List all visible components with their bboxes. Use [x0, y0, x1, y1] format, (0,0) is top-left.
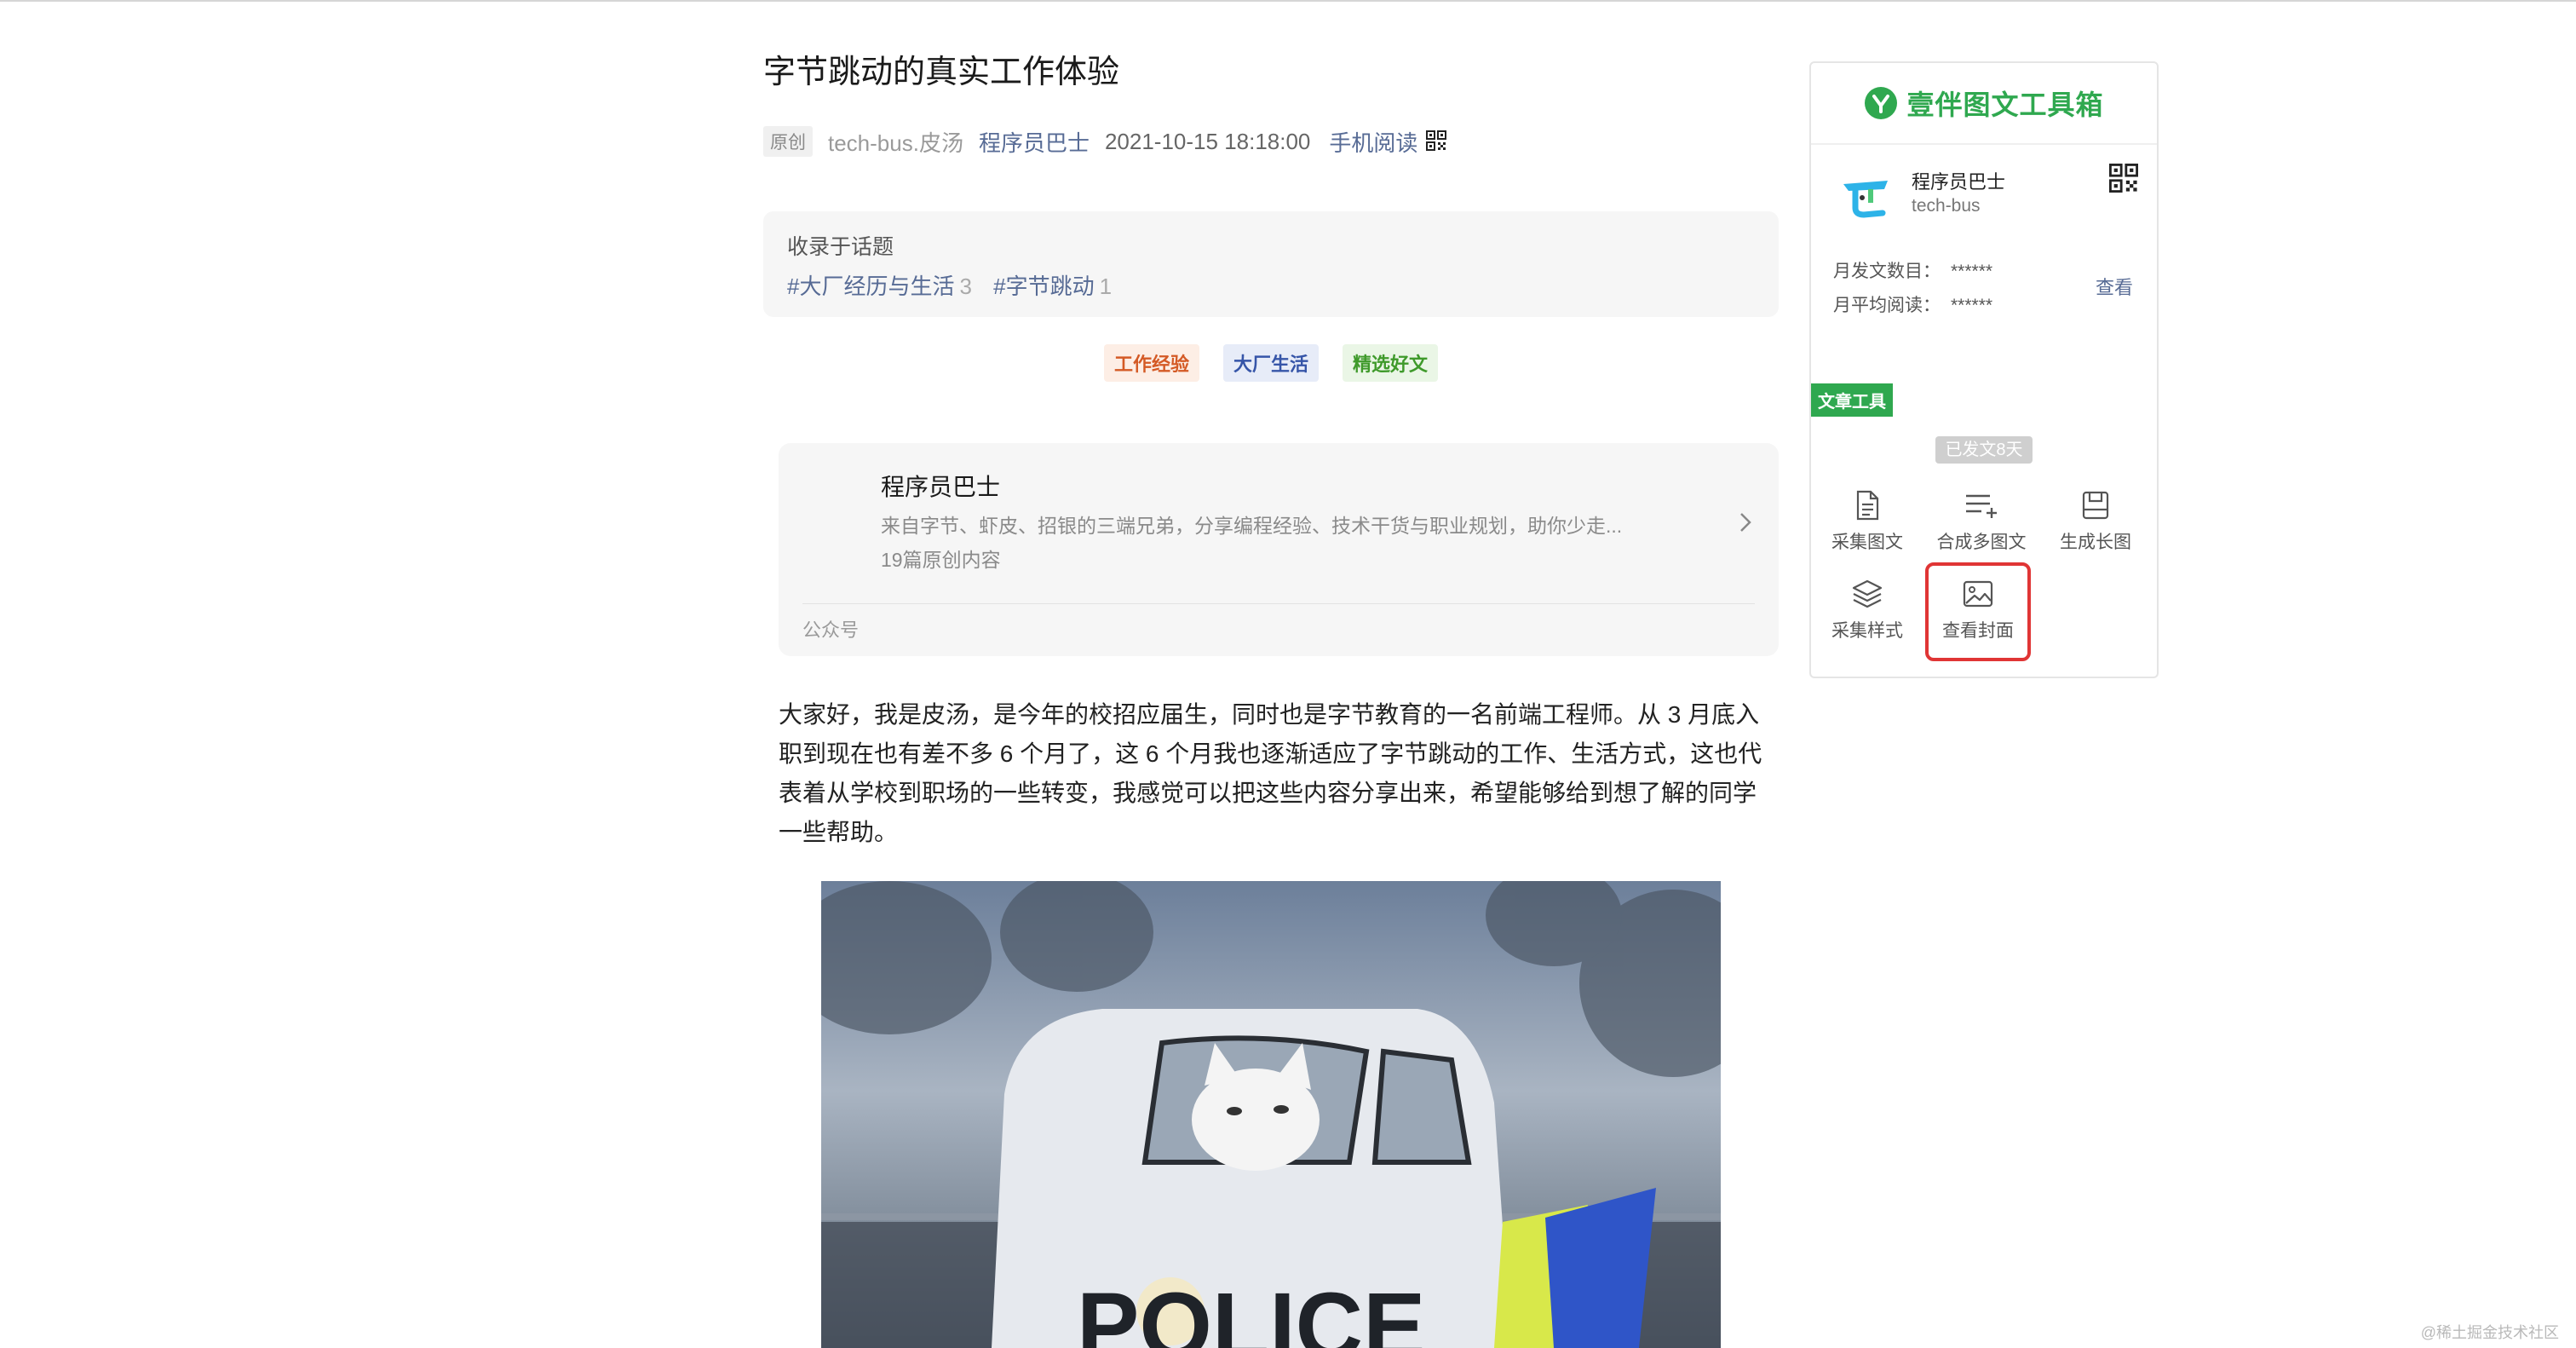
divider [802, 603, 1755, 604]
article-body: 大家好，我是皮汤，是今年的校招应届生，同时也是字节教育的一名前端工程师。从 3 … [779, 701, 1762, 845]
toolbox-header: 壹伴图文工具箱 [1811, 63, 2157, 145]
tool-label: 生成长图 [2060, 533, 2131, 552]
article-tags: 工作经验 大厂生活 精选好文 [763, 344, 1779, 382]
generate-long-image-button[interactable]: 生成长图 [2051, 489, 2140, 566]
watermark: @稀土掘金技术社区 [2420, 1324, 2559, 1341]
topic-count: 1 [1099, 274, 1113, 299]
monthly-posts-label: 月发文数目： [1833, 262, 1941, 281]
photo-police-text: POLICE [1077, 1274, 1426, 1348]
panel-account-name: 程序员巴士 [1912, 171, 2006, 193]
account-card[interactable]: 程序员巴士 来自字节、虾皮、招银的三端兄弟，分享编程经验、技术干货与职业规划，助… [779, 443, 1779, 656]
highlight-box [1925, 562, 2031, 661]
save-icon [2082, 491, 2109, 520]
qr-code-icon[interactable] [2109, 164, 2138, 193]
article-tools-label: 文章工具 [1811, 383, 1893, 417]
toolbox-title: 壹伴图文工具箱 [1906, 89, 2104, 120]
original-badge: 原创 [763, 126, 813, 157]
document-icon [1856, 490, 1879, 521]
toolbox-panel: 壹伴图文工具箱 程序员巴士 tech-bus 月发文数目： ****** 月平均阅… [1809, 61, 2159, 678]
view-stats-link[interactable]: 查看 [2096, 273, 2133, 300]
account-link[interactable]: 程序员巴士 [979, 126, 1090, 158]
article-photo: POLICE [821, 881, 1721, 1348]
topic-heading: 收录于话题 [787, 235, 894, 259]
panel-account-id: tech-bus [1912, 196, 1981, 216]
monthly-posts-stat: 月发文数目： ****** [1833, 257, 1992, 283]
account-card-type: 公众号 [802, 619, 860, 641]
mobile-read-link[interactable]: 手机阅读 [1329, 126, 1447, 158]
mobile-read-label: 手机阅读 [1329, 130, 1418, 156]
article-title: 字节跳动的真实工作体验 [763, 55, 1120, 90]
monthly-reads-value: ****** [1951, 296, 1993, 315]
topic-count: 3 [959, 274, 972, 299]
collect-article-button[interactable]: 采集图文 [1823, 489, 1912, 566]
tag-big-company-life[interactable]: 大厂生活 [1222, 344, 1319, 382]
topic-list: #大厂经历与生活 3 #字节跳动 1 [787, 269, 1127, 301]
article-meta: 原创 tech-bus.皮汤 程序员巴士 2021-10-15 18:18:00… [763, 124, 1462, 158]
monthly-reads-label: 月平均阅读： [1833, 296, 1941, 315]
qr-code-icon[interactable] [1426, 130, 1447, 151]
list-add-icon [1966, 494, 1997, 518]
yiban-logo-icon [1865, 87, 1898, 119]
layers-icon [1852, 579, 1883, 608]
tag-work-experience[interactable]: 工作经验 [1103, 344, 1199, 382]
published-days-badge: 已发文8天 [1935, 436, 2033, 464]
account-card-count: 19篇原创内容 [881, 549, 1001, 571]
merge-articles-button[interactable]: 合成多图文 [1932, 489, 2031, 566]
avatar [1833, 164, 1898, 228]
topic-label: #字节跳动 [993, 274, 1095, 299]
topic-tag[interactable]: #字节跳动 1 [993, 274, 1112, 299]
collect-style-button[interactable]: 采集样式 [1823, 578, 1912, 654]
tool-label: 采集图文 [1831, 533, 1903, 552]
tag-featured[interactable]: 精选好文 [1343, 344, 1439, 382]
top-border [0, 0, 2576, 2]
tool-label: 合成多图文 [1936, 533, 2027, 552]
topic-collection: 收录于话题 #大厂经历与生活 3 #字节跳动 1 [763, 211, 1779, 317]
topic-label: #大厂经历与生活 [787, 274, 955, 299]
topic-tag[interactable]: #大厂经历与生活 3 [787, 274, 972, 299]
monthly-posts-value: ****** [1951, 262, 1993, 281]
monthly-reads-stat: 月平均阅读： ****** [1833, 291, 1992, 317]
account-card-description: 来自字节、虾皮、招银的三端兄弟，分享编程经验、技术干货与职业规划，助你少走... [881, 515, 1623, 537]
tool-label: 采集样式 [1831, 621, 1903, 641]
author-name: tech-bus.皮汤 [828, 130, 963, 156]
chevron-right-icon [1740, 513, 1751, 532]
publish-date: 2021-10-15 18:18:00 [1104, 128, 1311, 154]
account-card-name: 程序员巴士 [881, 474, 1001, 500]
